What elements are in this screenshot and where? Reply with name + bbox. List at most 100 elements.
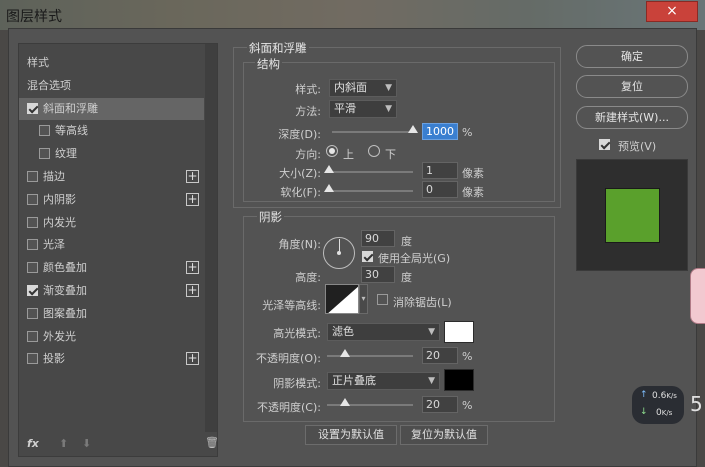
ok-button[interactable]: 确定	[576, 45, 688, 68]
add-effect-icon[interactable]: +	[186, 170, 199, 183]
depth-unit: %	[462, 126, 473, 139]
method-select[interactable]: 平滑 ▼	[329, 100, 397, 118]
direction-up-label: 上	[343, 148, 354, 161]
style-item[interactable]: 外发光	[19, 326, 204, 348]
fx-icon[interactable]: fx	[27, 437, 39, 450]
make-default-button[interactable]: 设置为默认值	[305, 425, 397, 445]
global-light-checkbox[interactable]	[362, 251, 373, 262]
size-slider[interactable]	[327, 171, 413, 173]
style-item[interactable]: 等高线	[19, 120, 204, 142]
badge-number: 5	[690, 392, 703, 416]
shadow-color-swatch[interactable]	[444, 369, 474, 391]
side-tab[interactable]	[690, 268, 705, 324]
style-item[interactable]: 斜面和浮雕	[19, 97, 204, 120]
style-item-checkbox[interactable]	[27, 102, 38, 114]
style-item-checkbox[interactable]	[27, 330, 38, 342]
style-item-checkbox[interactable]	[27, 262, 38, 274]
altitude-input[interactable]: 30	[361, 266, 395, 283]
style-item-checkbox[interactable]	[27, 216, 38, 228]
size-input[interactable]: 1	[422, 162, 458, 179]
add-effect-icon[interactable]: +	[186, 352, 199, 366]
highlight-opacity-input[interactable]: 20	[422, 347, 458, 364]
chevron-down-icon: ▼	[385, 83, 392, 93]
style-item[interactable]: 内阴影 +	[19, 189, 204, 211]
altitude-label: 高度:	[295, 271, 321, 284]
contour-dropdown-arrow[interactable]: ▾	[359, 284, 368, 314]
highlight-mode-select[interactable]: 滤色 ▼	[327, 323, 440, 341]
highlight-color-swatch[interactable]	[444, 321, 474, 343]
angle-label: 角度(N):	[278, 238, 321, 251]
soften-label: 软化(F):	[280, 186, 321, 199]
depth-slider[interactable]	[332, 131, 414, 133]
style-item-checkbox[interactable]	[39, 125, 50, 137]
preview-label: 预览(V)	[618, 140, 657, 153]
angle-dial[interactable]	[323, 237, 355, 269]
chevron-down-icon: ▼	[428, 327, 435, 337]
trash-icon[interactable]: 🗑	[205, 436, 219, 449]
style-item-checkbox[interactable]	[27, 239, 38, 251]
add-effect-icon[interactable]: +	[186, 261, 199, 275]
style-item[interactable]: 描边 +	[19, 166, 204, 188]
chevron-down-icon: ▼	[428, 376, 435, 386]
style-item[interactable]: 样式	[19, 52, 204, 74]
style-item-checkbox[interactable]	[27, 171, 38, 182]
style-item-label: 投影	[43, 352, 65, 366]
style-item-label: 颜色叠加	[43, 261, 87, 275]
depth-input[interactable]: 1000	[422, 123, 458, 140]
shadow-opacity-thumb[interactable]	[340, 398, 350, 406]
style-item[interactable]: 混合选项	[19, 75, 204, 97]
upload-arrow-icon: ↑	[640, 390, 648, 400]
style-item-checkbox[interactable]	[27, 307, 38, 319]
style-item[interactable]: 颜色叠加 +	[19, 257, 204, 279]
soften-input[interactable]: 0	[422, 181, 458, 198]
angle-dial-center	[337, 251, 341, 255]
shadow-opacity-label: 不透明度(C):	[257, 401, 321, 414]
style-item-checkbox[interactable]	[27, 353, 38, 365]
styles-list: 样式 混合选项 斜面和浮雕 等高线 纹理 描边 + 内阴影 + 内发光 光泽 颜色叠加 + 渐变叠加 + 图案…	[18, 43, 219, 457]
style-select[interactable]: 内斜面 ▼	[329, 79, 397, 97]
highlight-opacity-unit: %	[462, 350, 473, 363]
depth-slider-thumb[interactable]	[408, 125, 418, 133]
size-slider-thumb[interactable]	[324, 165, 334, 173]
window-title: 图层样式	[6, 9, 62, 25]
preview-checkbox[interactable]	[599, 139, 610, 150]
gloss-contour-preview[interactable]	[325, 284, 359, 314]
direction-up-radio[interactable]	[326, 145, 338, 157]
direction-label: 方向:	[295, 148, 321, 161]
method-label: 方法:	[295, 105, 321, 118]
title-bar: 图层样式	[0, 0, 705, 30]
preview-box	[576, 159, 688, 271]
add-effect-icon[interactable]: +	[186, 192, 199, 206]
style-item-checkbox[interactable]	[27, 193, 38, 205]
shadow-opacity-input[interactable]: 20	[422, 396, 458, 413]
style-item[interactable]: 光泽	[19, 234, 204, 256]
soften-slider-thumb[interactable]	[324, 184, 334, 192]
list-scrollbar[interactable]	[205, 44, 217, 432]
style-item[interactable]: 投影 +	[19, 348, 204, 370]
soften-slider[interactable]	[327, 190, 413, 192]
highlight-opacity-thumb[interactable]	[340, 349, 350, 357]
style-item[interactable]: 渐变叠加 +	[19, 280, 204, 302]
gloss-contour-label: 光泽等高线:	[262, 299, 321, 312]
direction-down-label: 下	[385, 148, 396, 161]
preview-swatch	[605, 188, 660, 243]
antialias-label: 消除锯齿(L)	[393, 296, 452, 309]
antialias-checkbox[interactable]	[377, 294, 388, 305]
add-effect-icon[interactable]: +	[186, 284, 199, 297]
angle-input[interactable]: 90	[361, 230, 395, 247]
shadow-mode-select[interactable]: 正片叠底 ▼	[327, 372, 440, 390]
style-item[interactable]: 内发光	[19, 212, 204, 234]
move-down-icon[interactable]: ⬇	[82, 437, 91, 450]
new-style-button[interactable]: 新建样式(W)...	[576, 106, 688, 129]
structure-title: 结构	[255, 56, 282, 72]
reset-default-button[interactable]: 复位为默认值	[400, 425, 488, 445]
style-item-checkbox[interactable]	[39, 148, 50, 160]
style-item[interactable]: 纹理	[19, 143, 204, 165]
close-button[interactable]: ×	[646, 1, 698, 22]
style-item[interactable]: 图案叠加	[19, 303, 204, 325]
style-item-checkbox[interactable]	[27, 285, 38, 296]
reset-button[interactable]: 复位	[576, 75, 688, 98]
direction-down-radio[interactable]	[368, 145, 380, 157]
move-up-icon[interactable]: ⬆	[59, 437, 68, 450]
style-item-label: 斜面和浮雕	[43, 101, 98, 115]
